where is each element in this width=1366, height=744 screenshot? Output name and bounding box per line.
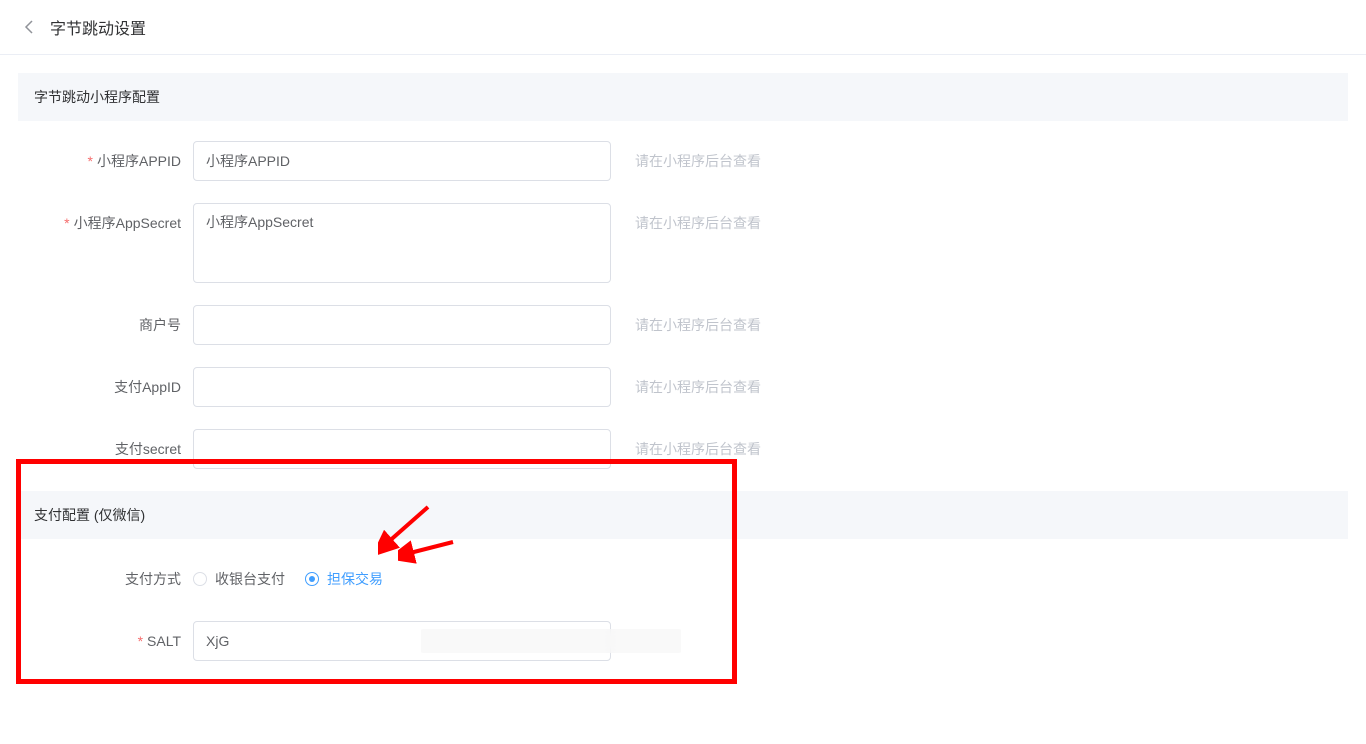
label-appsecret: *小程序AppSecret bbox=[18, 203, 193, 243]
label-salt: *SALT bbox=[18, 621, 193, 661]
back-icon[interactable] bbox=[20, 17, 40, 37]
hint-pay-secret: 请在小程序后台查看 bbox=[635, 429, 761, 469]
label-pay-secret: 支付secret bbox=[18, 429, 193, 469]
label-merchant: 商户号 bbox=[18, 305, 193, 345]
input-appid[interactable] bbox=[193, 141, 611, 181]
label-pay-appid: 支付AppID bbox=[18, 367, 193, 407]
page-title: 字节跳动设置 bbox=[50, 15, 146, 39]
input-salt[interactable] bbox=[193, 621, 611, 661]
section-header-payment: 支付配置 (仅微信) bbox=[18, 491, 1348, 539]
input-appsecret[interactable]: 小程序AppSecret bbox=[193, 203, 611, 283]
radio-cashier[interactable]: 收银台支付 bbox=[193, 559, 285, 599]
radio-label-secured: 担保交易 bbox=[327, 559, 383, 599]
radio-secured[interactable]: 担保交易 bbox=[305, 559, 383, 599]
radio-circle-secured bbox=[305, 572, 319, 586]
input-merchant[interactable] bbox=[193, 305, 611, 345]
label-pay-method: 支付方式 bbox=[18, 559, 193, 599]
hint-appid: 请在小程序后台查看 bbox=[635, 141, 761, 181]
input-pay-appid[interactable] bbox=[193, 367, 611, 407]
section-header-miniprogram: 字节跳动小程序配置 bbox=[18, 73, 1348, 121]
label-appid: *小程序APPID bbox=[18, 141, 193, 181]
radio-circle-cashier bbox=[193, 572, 207, 586]
hint-pay-appid: 请在小程序后台查看 bbox=[635, 367, 761, 407]
hint-appsecret: 请在小程序后台查看 bbox=[635, 203, 761, 243]
input-pay-secret[interactable] bbox=[193, 429, 611, 469]
radio-label-cashier: 收银台支付 bbox=[215, 559, 285, 599]
hint-merchant: 请在小程序后台查看 bbox=[635, 305, 761, 345]
